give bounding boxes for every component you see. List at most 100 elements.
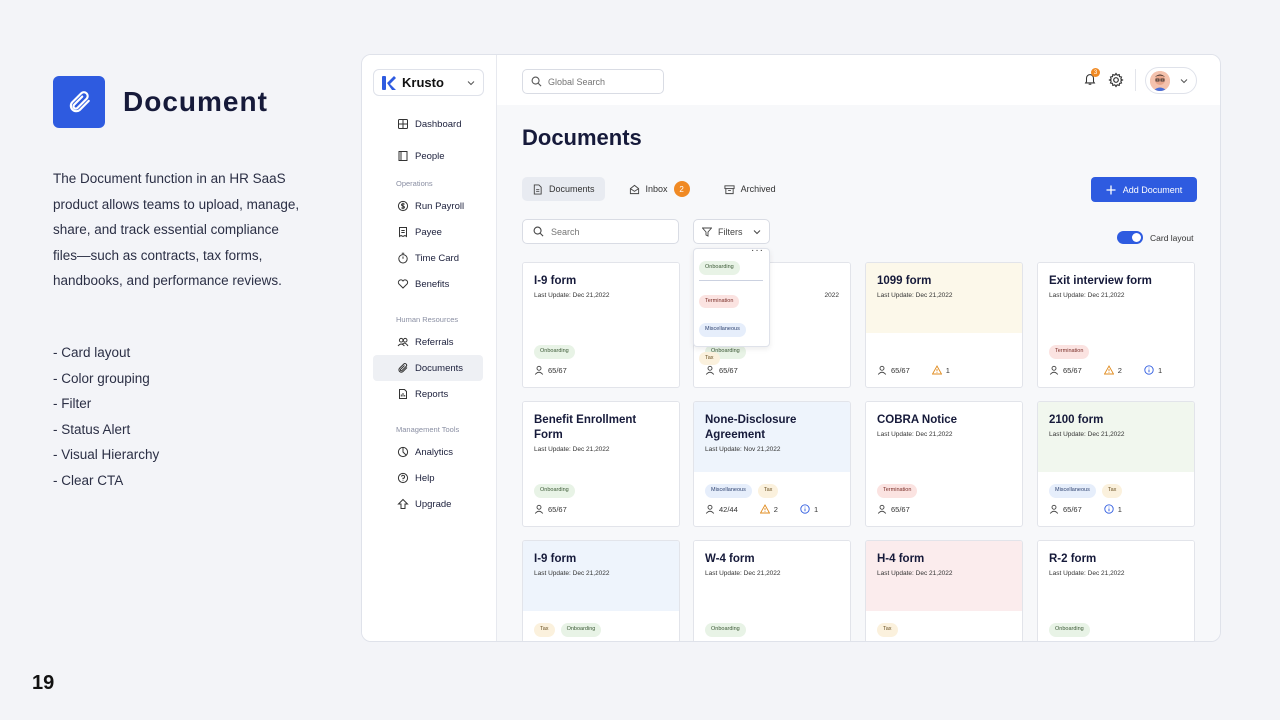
card-header: 2100 form Last Update: Dec 21,2022 — [1038, 402, 1194, 472]
gear-icon[interactable] — [1108, 72, 1124, 88]
filter-option-termination[interactable]: Termination — [699, 294, 740, 308]
last-update: Last Update: Dec 21,2022 — [534, 446, 610, 453]
card-tags: Miscellaneous Tax — [1049, 484, 1123, 498]
tag-tax: Tax — [1101, 484, 1123, 498]
slide-description: The Document function in an HR SaaS prod… — [53, 171, 300, 289]
add-document-button[interactable]: Add Document — [1091, 177, 1197, 202]
info-icon — [1104, 504, 1114, 514]
document-card[interactable]: I-9 form Last Update: Dec 21,2022 Onboardi… — [522, 262, 680, 388]
last-update: Last Update: Dec 21,2022 — [705, 570, 781, 577]
sidebar-item-help[interactable]: Help — [373, 465, 483, 491]
sidebar-item-label: People — [415, 150, 445, 162]
sidebar-item-people[interactable]: People — [373, 143, 483, 169]
document-search-input[interactable] — [551, 226, 661, 237]
document-card[interactable]: 2100 form Last Update: Dec 21,2022 Miscell… — [1037, 401, 1195, 527]
document-tabs: Documents Inbox 2 Archived — [522, 177, 800, 201]
sidebar-item-label: Time Card — [415, 252, 459, 264]
user-menu[interactable] — [1145, 67, 1197, 94]
info-count: 1 — [1117, 504, 1122, 514]
global-search[interactable] — [522, 69, 664, 94]
notifications-button[interactable]: 3 — [1083, 68, 1100, 88]
user-icon — [534, 365, 544, 375]
sidebar-item-payee[interactable]: Payee — [373, 219, 483, 245]
tab-inbox[interactable]: Inbox 2 — [619, 177, 700, 201]
sidebar-item-reports[interactable]: Reports — [373, 381, 483, 407]
sidebar-item-referrals[interactable]: Referrals — [373, 329, 483, 355]
document-card[interactable]: Exit interview form Last Update: Dec 21,2… — [1037, 262, 1195, 388]
users-icon — [397, 337, 409, 347]
sidebar-item-documents[interactable]: Documents — [373, 355, 483, 381]
chevron-down-icon — [753, 229, 761, 234]
tab-archived[interactable]: Archived — [714, 177, 786, 201]
sidebar-item-time-card[interactable]: Time Card — [373, 245, 483, 271]
tab-documents[interactable]: Documents — [522, 177, 605, 201]
filter-option-onboarding[interactable]: Onboarding — [699, 261, 740, 275]
app-window: Krusto Dashboard People Operations Run Payr… — [361, 54, 1221, 642]
sidebar-item-label: Payee — [415, 226, 442, 238]
sidebar-item-label: Documents — [415, 362, 464, 374]
last-update: Last Update: Dec 21,2022 — [534, 570, 610, 577]
krusto-logo-icon — [382, 75, 396, 90]
sidebar-item-analytics[interactable]: Analytics — [373, 439, 483, 465]
tag-onboarding: Onboarding — [534, 484, 575, 498]
sidebar-item-label: Help — [415, 472, 435, 484]
sidebar-item-label: Reports — [415, 388, 449, 400]
card-title: 1099 form — [877, 275, 932, 287]
topbar-divider — [1135, 69, 1136, 91]
workspace-switcher[interactable]: Krusto — [373, 69, 484, 96]
card-layout-toggle[interactable]: Card layout — [1117, 231, 1193, 244]
document-card[interactable]: None-Disclosure Agreement Last Update: No… — [693, 401, 851, 527]
document-card[interactable]: W-4 form Last Update: Dec 21,2022 Onboardi… — [693, 540, 851, 641]
document-search[interactable] — [522, 219, 679, 244]
info-icon — [1144, 365, 1154, 375]
inbox-icon — [629, 184, 639, 194]
filter-option-miscellaneous[interactable]: Miscellaneous — [699, 323, 746, 337]
search-icon — [533, 226, 544, 237]
tag-miscellaneous: Miscellaneous — [705, 484, 752, 498]
warning-count: 2 — [1117, 365, 1122, 375]
add-document-label: Add Document — [1122, 184, 1183, 195]
document-card[interactable]: Benefit Enrollment Form Last Update: Dec … — [522, 401, 680, 527]
sidebar-nav: Dashboard People Operations Run Payroll Paye… — [373, 111, 483, 525]
page-number: 19 — [32, 672, 55, 694]
tag-miscellaneous: Miscellaneous — [1049, 484, 1096, 498]
sidebar-item-run-payroll[interactable]: Run Payroll — [373, 193, 483, 219]
tab-label: Documents — [549, 184, 595, 194]
grid-icon — [398, 119, 408, 129]
feature-list: - Card layout - Color grouping - Filter - S… — [53, 340, 159, 494]
sidebar-item-label: Upgrade — [415, 498, 452, 510]
tag-tax: Tax — [534, 623, 555, 637]
brand-name: Krusto — [402, 75, 444, 90]
tag-onboarding: Onboarding — [1049, 623, 1090, 637]
sidebar-item-upgrade[interactable]: Upgrade — [373, 491, 483, 517]
document-card[interactable]: H-4 formLast Update: Dec 21,2022Tax65/67… — [865, 540, 1023, 641]
tag-tax: Tax — [877, 623, 898, 637]
card-title: W-4 form — [705, 553, 755, 565]
tag-tax: Tax — [757, 484, 779, 498]
card-tags: Onboarding — [1049, 623, 1090, 637]
filter-dropdown: ··· Onboarding Termination Miscellaneous Ta… — [693, 245, 770, 365]
document-card[interactable]: I-9 form Last Update: Dec 21,2022 Tax Onboa… — [522, 540, 680, 641]
user-icon — [1049, 504, 1059, 514]
toggle-switch[interactable] — [1117, 231, 1143, 244]
signed-count: 42/44 — [719, 504, 738, 514]
card-title: I-9 form — [534, 275, 577, 287]
report-icon — [399, 389, 407, 399]
card-title: COBRA Notice — [877, 414, 958, 426]
filter-option-tax[interactable]: Tax — [699, 351, 720, 365]
sidebar-section-title: Management Tools — [396, 424, 460, 434]
more-options-icon[interactable]: ··· — [751, 245, 764, 256]
card-header: I-9 form Last Update: Dec 21,2022 — [523, 263, 679, 333]
tag-termination: Termination — [877, 484, 918, 498]
global-search-input[interactable] — [548, 76, 648, 87]
card-title: Benefit Enrollment Form — [534, 414, 637, 441]
card-stats: 42/44 2 1 — [705, 504, 818, 514]
filters-button[interactable]: Filters — [693, 219, 770, 244]
tag-onboarding: Onboarding — [560, 623, 602, 637]
sidebar-item-benefits[interactable]: Benefits — [373, 271, 483, 297]
sidebar-item-dashboard[interactable]: Dashboard — [373, 111, 483, 137]
card-header: H-4 form Last Update: Dec 21,2022 — [866, 541, 1022, 611]
document-card[interactable]: 1099 form Last Update: Dec 21,2022 65/67 1 — [865, 262, 1023, 388]
document-card[interactable]: R-2 form Last Update: Dec 21,2022 Onboardi… — [1037, 540, 1195, 641]
document-card[interactable]: COBRA Notice Last Update: Dec 21,2022 Term… — [865, 401, 1023, 527]
